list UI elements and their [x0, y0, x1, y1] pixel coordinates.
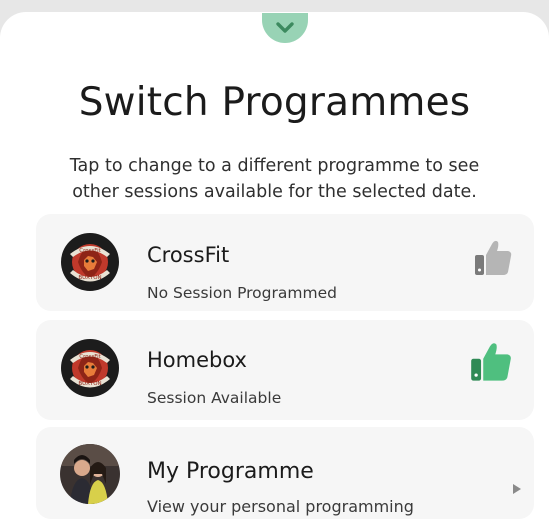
programme-name: My Programme	[147, 459, 314, 484]
programme-name: CrossFit	[147, 243, 230, 267]
svg-text:BUXTON: BUXTON	[78, 381, 101, 387]
programme-status: Session Available	[147, 389, 282, 407]
programme-status: No Session Programmed	[147, 284, 337, 302]
avatar	[60, 444, 120, 504]
crossfit-buxton-logo: CrossFit BUXTON	[60, 338, 120, 398]
programme-name: Homebox	[147, 348, 247, 372]
svg-text:CrossFit: CrossFit	[79, 354, 101, 360]
thumbs-up-icon	[475, 240, 512, 275]
thumbs-up-icon	[471, 343, 511, 381]
sheet-title: Switch Programmes	[78, 80, 471, 125]
crossfit-buxton-logo: CrossFit BUXTON	[60, 232, 120, 292]
svg-text:CrossFit: CrossFit	[79, 248, 101, 254]
collapse-sheet-button[interactable]	[262, 13, 308, 43]
programme-item-my-programme[interactable]: My Programme View your personal programm…	[36, 427, 534, 519]
subtitle-line-2: other sessions available for the selecte…	[72, 182, 477, 202]
programme-item-homebox[interactable]: CrossFit BUXTON Homebox Session Availabl…	[36, 320, 534, 420]
switch-programmes-sheet: Switch Programmes Tap to change to a dif…	[0, 12, 549, 519]
chevron-down-icon	[276, 22, 294, 33]
sheet-subtitle: Tap to change to a different programme t…	[0, 153, 549, 205]
programme-item-crossfit[interactable]: CrossFit BUXTON CrossFit No Session Prog…	[36, 214, 534, 311]
svg-text:BUXTON: BUXTON	[78, 275, 101, 281]
chevron-right-icon	[513, 484, 521, 494]
subtitle-line-1: Tap to change to a different programme t…	[69, 156, 480, 176]
programme-status: View your personal programming	[147, 497, 414, 516]
